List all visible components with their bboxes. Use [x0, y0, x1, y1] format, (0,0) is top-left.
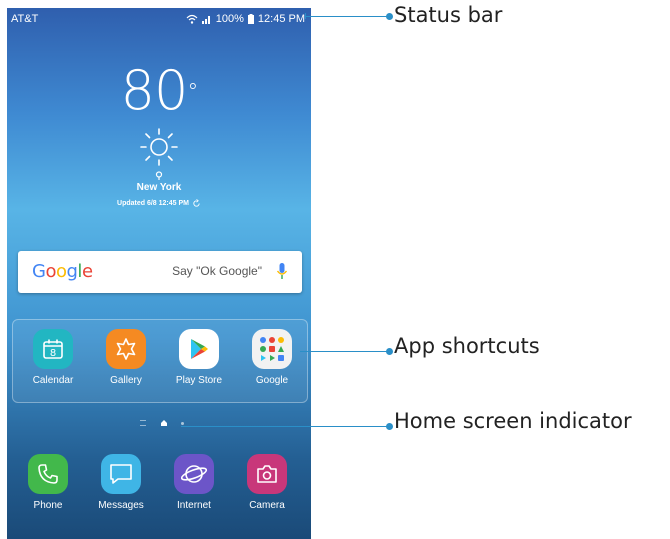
dock-messages[interactable]: Messages: [86, 454, 156, 511]
phone-screen: AT&T 100% 12:45 PM 80° New York Updated …: [7, 8, 311, 539]
gallery-icon: [106, 329, 146, 369]
battery-icon: [247, 14, 254, 24]
temperature: 80°: [7, 63, 311, 119]
sun-icon: [140, 128, 178, 166]
callout-dot-status: [386, 13, 393, 20]
google-folder-icon: [252, 329, 292, 369]
city-name: New York: [136, 182, 182, 193]
battery-level: 100%: [215, 13, 244, 25]
page-dot: [181, 421, 184, 425]
indicator-menu: [140, 420, 146, 426]
dock-internet[interactable]: Internet: [159, 454, 229, 511]
home-page-icon: [160, 420, 167, 426]
weather-widget[interactable]: 80° New York Updated 6/8 12:45 PM: [7, 63, 311, 208]
callout-dot-indicator: [386, 423, 393, 430]
updated-time: Updated 6/8 12:45 PM: [117, 200, 189, 207]
app-calendar[interactable]: 8 Calendar: [18, 329, 88, 386]
carrier-name: AT&T: [11, 13, 39, 25]
home-screen-indicator[interactable]: [140, 418, 184, 428]
app-google-folder[interactable]: Google: [237, 329, 307, 386]
refresh-icon[interactable]: [192, 199, 201, 208]
calendar-icon: 8: [33, 329, 73, 369]
search-hint: Say "Ok Google": [172, 264, 262, 278]
google-search-bar[interactable]: Google Say "Ok Google": [18, 251, 302, 293]
callout-dot-apps: [386, 348, 393, 355]
app-label: Google: [255, 375, 289, 386]
status-indicators: 100% 12:45 PM: [186, 8, 305, 30]
microphone-icon[interactable]: [276, 262, 288, 282]
google-logo: Google: [32, 261, 93, 282]
phone-icon: [28, 454, 68, 494]
wifi-calling-icon: [186, 14, 198, 24]
updated-row: Updated 6/8 12:45 PM: [7, 199, 311, 208]
app-label: Calendar: [32, 375, 74, 386]
callout-app-shortcuts: App shortcuts: [394, 334, 540, 358]
status-bar[interactable]: AT&T 100% 12:45 PM: [7, 8, 311, 30]
callout-status-bar: Status bar: [394, 3, 503, 27]
app-label: Messages: [98, 500, 144, 511]
app-gallery[interactable]: Gallery: [91, 329, 161, 386]
signal-icon: [201, 14, 212, 24]
status-time: 12:45 PM: [257, 13, 305, 25]
callout-home-indicator: Home screen indicator: [394, 409, 632, 433]
app-label: Play Store: [175, 375, 223, 386]
dock-phone[interactable]: Phone: [13, 454, 83, 511]
app-shortcuts-grid: 8 Calendar Gallery Play Store Google: [12, 319, 308, 403]
temperature-value: 80: [120, 59, 189, 122]
messages-icon: [101, 454, 141, 494]
play-store-icon: [179, 329, 219, 369]
app-label: Internet: [177, 500, 211, 511]
location-pin-icon: [155, 171, 163, 180]
callout-line-status: [305, 16, 389, 17]
app-label: Gallery: [110, 375, 142, 386]
internet-icon: [174, 454, 214, 494]
dock-camera[interactable]: Camera: [232, 454, 302, 511]
app-label: Camera: [249, 500, 285, 511]
app-play-store[interactable]: Play Store: [164, 329, 234, 386]
calendar-date: 8: [50, 348, 56, 359]
degree-symbol: °: [187, 80, 198, 105]
app-label: Phone: [33, 500, 63, 511]
callout-line-indicator: [181, 426, 389, 427]
camera-icon: [247, 454, 287, 494]
callout-line-apps: [300, 351, 389, 352]
